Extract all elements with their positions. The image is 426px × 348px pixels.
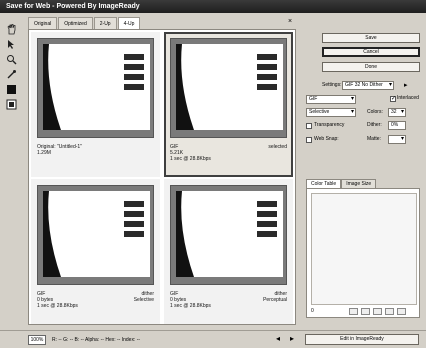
eyedropper-icon[interactable] bbox=[5, 68, 17, 80]
pane-thumbnail bbox=[37, 185, 154, 285]
color-count: 0 bbox=[311, 308, 314, 314]
delete-color-icon[interactable] bbox=[397, 308, 406, 315]
tab-original[interactable]: Original bbox=[28, 17, 58, 29]
preview-pane-optimized-1[interactable]: GIF 5.21K 1 sec @ 28.8Kbps selected bbox=[164, 32, 293, 177]
pane-info-right: Selective bbox=[133, 297, 154, 303]
thumb-nav-item bbox=[257, 64, 277, 70]
color-table-grid[interactable] bbox=[311, 193, 417, 305]
tab-2up[interactable]: 2-Up bbox=[93, 17, 117, 29]
new-color-icon[interactable] bbox=[385, 308, 394, 315]
tab-4up[interactable]: 4-Up bbox=[117, 17, 141, 29]
pane-info-line: 1.29M bbox=[37, 150, 51, 156]
color-readout: R: -- G: -- B: -- Alpha: -- Hex: -- Inde… bbox=[52, 337, 141, 343]
preview-pane-optimized-3[interactable]: GIF 0 bytes 1 sec @ 28.8Kbps dither Perc… bbox=[164, 179, 293, 324]
window-title: Save for Web - Powered By ImageReady bbox=[0, 0, 426, 13]
settings-preset-select[interactable]: GIF 32 No Dither bbox=[342, 81, 394, 90]
thumb-nav-item bbox=[257, 54, 277, 60]
transparency-label: Transparency bbox=[314, 122, 345, 128]
cancel-button[interactable]: Cancel bbox=[322, 47, 420, 57]
pane-thumbnail bbox=[170, 38, 287, 138]
preview-pane-original[interactable]: Original: "Untitled-1" 1.29M bbox=[31, 32, 160, 177]
thumb-nav-item bbox=[124, 74, 144, 80]
pane-thumbnail bbox=[170, 185, 287, 285]
pane-thumbnail bbox=[37, 38, 154, 138]
close-icon[interactable]: × bbox=[288, 18, 292, 26]
slice-select-icon[interactable] bbox=[5, 38, 17, 50]
web-shift-icon[interactable] bbox=[361, 308, 370, 315]
thumb-nav-item bbox=[124, 231, 144, 237]
interlaced-label: Interlaced bbox=[397, 95, 419, 101]
preview-in-browser-icon[interactable]: ▸ bbox=[290, 334, 294, 344]
color-table-panel: 0 bbox=[306, 188, 420, 318]
tool-palette bbox=[5, 20, 23, 115]
color-table-tabs: Color Table Image Size bbox=[306, 179, 377, 188]
save-button[interactable]: Save bbox=[322, 33, 420, 43]
pane-info-line: 1 sec @ 28.8Kbps bbox=[37, 303, 78, 309]
transparency-checkbox[interactable] bbox=[306, 123, 312, 129]
preview-pane-optimized-2[interactable]: GIF 0 bytes 1 sec @ 28.8Kbps dither Sele… bbox=[31, 179, 160, 324]
toggle-slices-icon[interactable] bbox=[5, 98, 17, 110]
done-button[interactable]: Done bbox=[322, 62, 420, 72]
status-bar: 100% R: -- G: -- B: -- Alpha: -- Hex: --… bbox=[0, 330, 426, 348]
reduction-select[interactable]: Selective bbox=[306, 108, 356, 117]
thumb-nav-item bbox=[257, 211, 277, 217]
lock-color-icon[interactable] bbox=[349, 308, 358, 315]
thumb-nav-item bbox=[124, 201, 144, 207]
matte-select[interactable] bbox=[388, 135, 406, 144]
pane-info-right: selected bbox=[268, 144, 287, 150]
settings-panel: Save Cancel Done Settings: GIF 32 No Dit… bbox=[300, 17, 424, 327]
dither-field[interactable]: 0% bbox=[388, 121, 406, 130]
preview-menu-icon[interactable]: ◂ bbox=[276, 334, 280, 344]
thumb-nav-item bbox=[124, 84, 144, 90]
thumb-nav-item bbox=[124, 54, 144, 60]
thumb-nav-item bbox=[124, 221, 144, 227]
pane-info-line: 1 sec @ 28.8Kbps bbox=[170, 156, 211, 162]
color-table-toolbar: 0 bbox=[307, 305, 421, 317]
add-color-icon[interactable] bbox=[373, 308, 382, 315]
edit-in-imageready-button[interactable]: Edit in ImageReady bbox=[305, 334, 419, 345]
optimize-menu-icon[interactable]: ▸ bbox=[404, 82, 408, 89]
tab-image-size[interactable]: Image Size bbox=[341, 179, 377, 188]
web-snap-checkbox[interactable] bbox=[306, 137, 312, 143]
tab-color-table[interactable]: Color Table bbox=[306, 179, 342, 188]
settings-label: Settings: bbox=[322, 82, 342, 88]
format-select[interactable]: GIF bbox=[306, 95, 356, 104]
thumb-nav-item bbox=[257, 231, 277, 237]
lossy-checkbox[interactable] bbox=[390, 95, 396, 102]
matte-label: Matte: bbox=[367, 136, 381, 142]
eyedropper-color-swatch-icon[interactable] bbox=[5, 83, 17, 95]
zoom-icon[interactable] bbox=[5, 53, 17, 65]
colors-select[interactable]: 32 bbox=[388, 108, 406, 117]
zoom-level-field[interactable]: 100% bbox=[28, 335, 46, 345]
dither-label: Dither: bbox=[367, 122, 382, 128]
thumb-nav-item bbox=[257, 84, 277, 90]
web-snap-label: Web Snap: bbox=[314, 136, 339, 142]
thumb-nav-item bbox=[257, 221, 277, 227]
preview-area: Original: "Untitled-1" 1.29M GIF 5.21K 1… bbox=[28, 29, 296, 325]
hand-icon[interactable] bbox=[5, 23, 17, 35]
thumb-nav-item bbox=[124, 211, 144, 217]
colors-label: Colors: bbox=[367, 109, 383, 115]
pane-info-right: Perceptual bbox=[263, 297, 287, 303]
thumb-nav-item bbox=[124, 64, 144, 70]
pane-info-line: 1 sec @ 28.8Kbps bbox=[170, 303, 211, 309]
view-tabs: Original Optimized 2-Up 4-Up bbox=[28, 17, 141, 29]
thumb-nav-item bbox=[257, 201, 277, 207]
tab-optimized[interactable]: Optimized bbox=[58, 17, 93, 29]
thumb-nav-item bbox=[257, 74, 277, 80]
